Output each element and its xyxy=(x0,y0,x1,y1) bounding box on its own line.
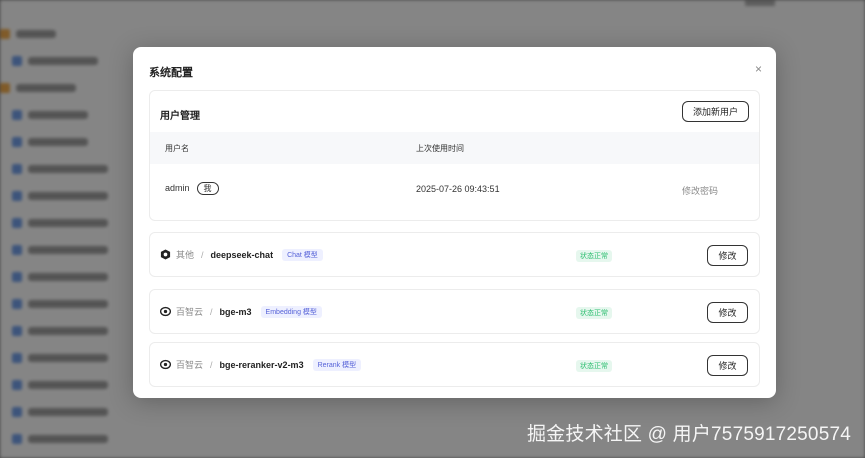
hexagon-icon xyxy=(160,249,171,260)
change-password-link[interactable]: 修改密码 xyxy=(682,184,718,197)
status-badge: 状态正常 xyxy=(576,307,612,319)
model-type-tag: Chat 模型 xyxy=(282,248,323,261)
model-card: 百智云 / bge-m3 Embedding 模型 状态正常 修改 xyxy=(149,289,760,334)
provider-name: 百智云 xyxy=(176,360,204,370)
eye-logo-icon xyxy=(160,359,171,370)
username-cell: admin 我 xyxy=(165,182,219,195)
watermark: 掘金技术社区 @ 用户7575917250574 xyxy=(526,424,851,445)
username: admin xyxy=(165,182,190,193)
last-used-cell: 2025-07-26 09:43:51 xyxy=(416,184,500,194)
model-card: 其他 / deepseek-chat Chat 模型 状态正常 修改 xyxy=(149,232,760,277)
table-row: admin 我 2025-07-26 09:43:51 修改密码 xyxy=(150,171,759,205)
separator: / xyxy=(210,306,213,317)
modal-title: 系统配置 xyxy=(149,67,193,79)
add-user-button[interactable]: 添加新用户 xyxy=(682,101,749,122)
edit-model-button[interactable]: 修改 xyxy=(707,302,748,323)
edit-model-button[interactable]: 修改 xyxy=(707,355,748,376)
column-header-username: 用户名 xyxy=(165,144,189,153)
model-card: 百智云 / bge-reranker-v2-m3 Rerank 模型 状态正常 … xyxy=(149,342,760,387)
user-management-card: 用户管理 添加新用户 用户名 上次使用时间 admin 我 2025-07-26 … xyxy=(149,90,760,221)
provider-name: 其他 xyxy=(176,250,195,260)
separator: / xyxy=(201,249,204,260)
model-name: bge-m3 xyxy=(219,306,252,317)
close-icon[interactable]: × xyxy=(755,62,762,76)
column-header-last-used: 上次使用时间 xyxy=(416,144,464,153)
me-badge: 我 xyxy=(196,182,219,195)
eye-logo-icon xyxy=(160,306,171,317)
model-type-tag: Rerank 模型 xyxy=(312,358,362,371)
separator: / xyxy=(210,359,213,370)
model-name: deepseek-chat xyxy=(210,249,274,260)
edit-model-button[interactable]: 修改 xyxy=(707,245,748,266)
model-type-tag: Embedding 模型 xyxy=(260,305,322,318)
status-badge: 状态正常 xyxy=(576,250,612,262)
model-name: bge-reranker-v2-m3 xyxy=(219,359,304,370)
provider-name: 百智云 xyxy=(176,307,204,317)
table-header: 用户名 上次使用时间 xyxy=(150,132,759,164)
system-config-modal: 系统配置 × 用户管理 添加新用户 用户名 上次使用时间 admin 我 2025… xyxy=(133,47,776,398)
status-badge: 状态正常 xyxy=(576,360,612,372)
user-management-title: 用户管理 xyxy=(160,111,200,122)
